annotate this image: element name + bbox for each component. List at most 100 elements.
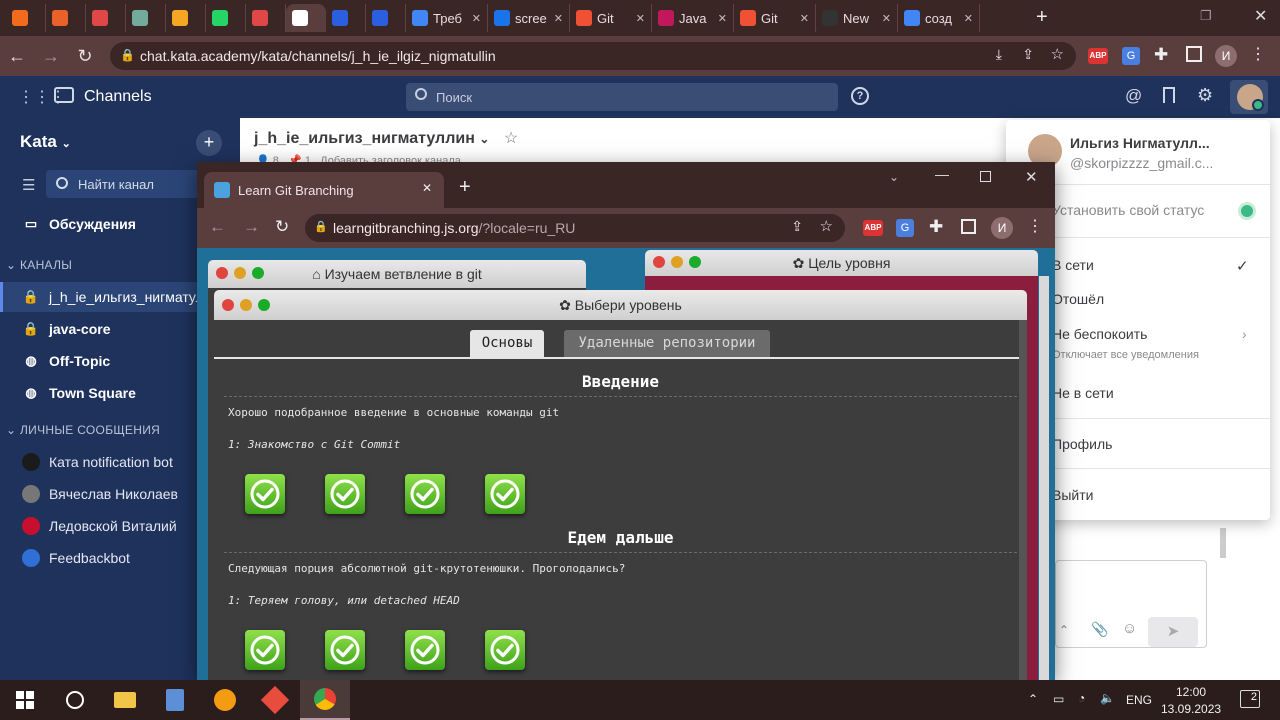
browser-tab[interactable] xyxy=(126,4,166,32)
favorite-star-icon[interactable]: ☆ xyxy=(504,130,518,147)
channels-section-header[interactable]: ⌄ КАНАЛЫ xyxy=(6,258,72,272)
search-button[interactable] xyxy=(50,680,100,720)
side-panel-icon[interactable] xyxy=(961,219,976,234)
minimize-button[interactable]: — xyxy=(935,166,949,182)
zoom-dot-icon[interactable] xyxy=(689,256,701,268)
tray-chevron-icon[interactable]: ⌃ xyxy=(1028,692,1038,706)
language-indicator[interactable]: ENG xyxy=(1126,693,1152,707)
level-complete-button[interactable] xyxy=(405,474,445,514)
level-complete-button[interactable] xyxy=(405,630,445,670)
extensions-icon[interactable]: ✚ xyxy=(1154,45,1168,65)
start-button[interactable] xyxy=(0,680,50,720)
app-button[interactable] xyxy=(200,680,250,720)
address-bar[interactable]: 🔒 chat.kata.academy/kata/channels/j_h_ie… xyxy=(110,42,1076,70)
settings-gear-icon[interactable]: ⚙ xyxy=(1197,85,1213,106)
notification-center-button[interactable]: 2 xyxy=(1240,690,1260,708)
adblock-icon[interactable]: ABP xyxy=(1088,48,1108,64)
format-chevron-icon[interactable]: ⌃ xyxy=(1059,623,1069,637)
browser-tab[interactable]: Java ✕ xyxy=(652,4,734,32)
team-menu[interactable]: Kata ⌄ xyxy=(20,132,71,152)
attachment-icon[interactable]: 📎 xyxy=(1091,621,1108,638)
file-explorer-button[interactable] xyxy=(100,680,150,720)
close-dot-icon[interactable] xyxy=(216,267,228,279)
close-dot-icon[interactable] xyxy=(653,256,665,268)
add-channel-button[interactable]: + xyxy=(196,130,222,156)
calculator-button[interactable] xyxy=(150,680,200,720)
back-button[interactable]: ← xyxy=(0,46,34,67)
forward-button[interactable]: → xyxy=(243,217,260,237)
browser-tab[interactable] xyxy=(366,4,406,32)
level-complete-button[interactable] xyxy=(325,474,365,514)
battery-icon[interactable]: ▭ xyxy=(1053,692,1064,706)
reload-button[interactable]: ↻ xyxy=(68,46,102,67)
maximize-button[interactable] xyxy=(980,171,991,182)
scrollbar[interactable] xyxy=(1220,528,1226,558)
back-button[interactable]: ← xyxy=(209,217,226,237)
browser-tab[interactable]: Треб ✕ xyxy=(406,4,488,32)
new-tab-button[interactable]: + xyxy=(459,176,471,199)
close-dot-icon[interactable] xyxy=(222,299,234,311)
browser-tab[interactable]: New ✕ xyxy=(816,4,898,32)
close-tab-icon[interactable]: ✕ xyxy=(882,12,891,25)
browser-tab[interactable] xyxy=(6,4,46,32)
side-panel-icon[interactable] xyxy=(1186,46,1202,62)
window-restore-button[interactable]: ❐ xyxy=(1200,8,1212,24)
profile-avatar[interactable]: И xyxy=(991,217,1013,239)
browser-tab[interactable] xyxy=(166,4,206,32)
extensions-icon[interactable]: ✚ xyxy=(929,217,943,237)
tab-search-icon[interactable]: ⌄ xyxy=(889,170,899,184)
git-client-button[interactable] xyxy=(250,680,300,720)
share-icon[interactable]: ⇪ xyxy=(791,218,803,235)
clock-date[interactable]: 13.09.2023 xyxy=(1161,702,1221,716)
browser-tab[interactable] xyxy=(326,4,366,32)
adblock-icon[interactable]: ABP xyxy=(863,220,883,236)
close-tab-icon[interactable]: ✕ xyxy=(472,12,481,25)
browser-tab[interactable] xyxy=(46,4,86,32)
zoom-dot-icon[interactable] xyxy=(258,299,270,311)
browser-tab[interactable] xyxy=(246,4,286,32)
zoom-dot-icon[interactable] xyxy=(252,267,264,279)
volume-icon[interactable]: 🔈 xyxy=(1100,691,1115,705)
browser-tab[interactable] xyxy=(86,4,126,32)
minimize-dot-icon[interactable] xyxy=(671,256,683,268)
forward-button[interactable]: → xyxy=(34,46,68,67)
bookmark-star-icon[interactable]: ☆ xyxy=(820,217,833,235)
account-menu-button[interactable] xyxy=(1230,80,1268,114)
close-tab-icon[interactable]: ✕ xyxy=(964,12,973,25)
find-channel-button[interactable]: Найти канал xyxy=(46,170,200,198)
close-tab-icon[interactable]: ✕ xyxy=(422,181,432,195)
channel-title[interactable]: j_h_ie_ильгиз_нигматуллин ⌄ ☆ xyxy=(254,128,518,148)
tab-basics[interactable]: Основы xyxy=(470,330,544,357)
close-tab-icon[interactable]: ✕ xyxy=(554,12,563,25)
help-icon[interactable]: ? xyxy=(851,87,869,105)
window-close-button[interactable]: ✕ xyxy=(1254,6,1267,26)
minimize-dot-icon[interactable] xyxy=(240,299,252,311)
message-input[interactable]: ⌃ 📎 ☺ ➤ xyxy=(1055,560,1207,648)
address-bar[interactable]: 🔒 learngitbranching.js.org/?locale=ru_RU… xyxy=(305,214,845,242)
browser-menu-icon[interactable]: ⋮ xyxy=(1027,216,1043,236)
browser-menu-icon[interactable]: ⋮ xyxy=(1250,44,1266,64)
network-icon[interactable]: ◔ xyxy=(1078,691,1085,705)
level-complete-button[interactable] xyxy=(485,474,525,514)
install-icon[interactable]: ⤓ xyxy=(996,46,1002,63)
close-tab-icon[interactable]: ✕ xyxy=(636,12,645,25)
profile-avatar[interactable]: И xyxy=(1215,45,1237,67)
level-complete-button[interactable] xyxy=(325,630,365,670)
browser-tab[interactable]: созд ✕ xyxy=(898,4,980,32)
level-complete-button[interactable] xyxy=(485,630,525,670)
close-tab-icon[interactable]: ✕ xyxy=(718,12,727,25)
chrome-button[interactable] xyxy=(300,680,350,720)
window-close-button[interactable]: ✕ xyxy=(1025,168,1038,186)
clock-time[interactable]: 12:00 xyxy=(1176,685,1206,699)
reload-button[interactable]: ↻ xyxy=(275,217,289,237)
browser-tab[interactable]: Git ✕ xyxy=(734,4,816,32)
browser-tab[interactable]: scree ✕ xyxy=(488,4,570,32)
tab-remote-repos[interactable]: Удаленные репозитории xyxy=(564,330,770,357)
share-icon[interactable]: ⇪ xyxy=(1022,46,1034,63)
browser-tab[interactable] xyxy=(286,4,326,32)
close-tab-icon[interactable]: ✕ xyxy=(800,12,809,25)
mentions-icon[interactable]: @ xyxy=(1125,86,1142,106)
translate-icon[interactable]: G xyxy=(1122,47,1140,65)
minimize-dot-icon[interactable] xyxy=(234,267,246,279)
saved-messages-icon[interactable] xyxy=(1163,87,1175,103)
